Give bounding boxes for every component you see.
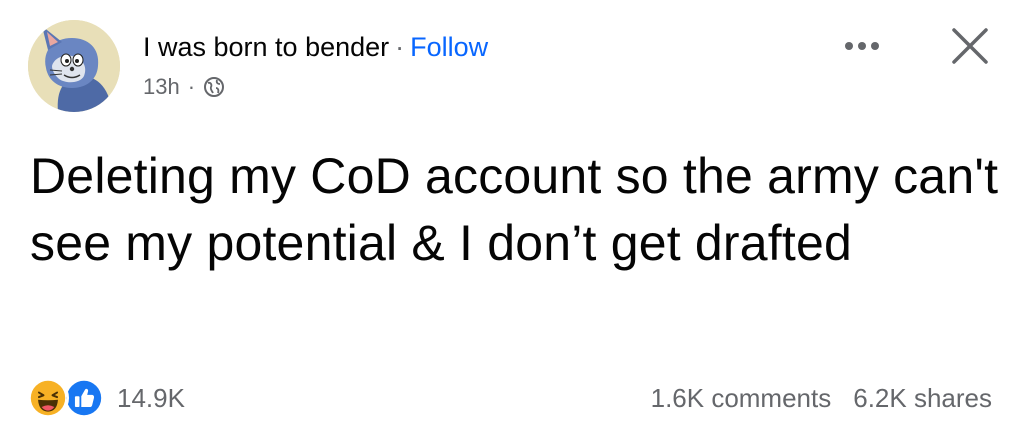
reaction-count: 14.9K: [117, 383, 185, 413]
haha-icon: [27, 377, 69, 419]
post-timestamp[interactable]: 13h: [143, 72, 180, 102]
like-icon: [63, 377, 105, 419]
shares-count-link[interactable]: 6.2K shares: [853, 377, 992, 419]
post-header: I was born to bender · Follow 13h ·: [143, 30, 488, 102]
author-avatar[interactable]: [28, 20, 120, 112]
cartoon-cat-avatar-icon: [28, 20, 120, 112]
close-button[interactable]: [942, 18, 998, 74]
meta-separator: ·: [187, 74, 196, 99]
comments-count-link[interactable]: 1.6K comments: [651, 377, 832, 419]
post-text: Deleting my CoD account so the army can'…: [30, 148, 999, 271]
author-separator: ·: [395, 32, 405, 62]
post-card: I was born to bender · Follow 13h · Dele…: [0, 0, 1024, 444]
post-meta: 13h ·: [143, 72, 488, 102]
more-horizontal-icon: [845, 42, 879, 50]
follow-button[interactable]: Follow: [410, 32, 488, 62]
reactions-summary[interactable]: 14.9K: [27, 377, 185, 419]
close-icon: [952, 28, 988, 64]
author-line: I was born to bender · Follow: [143, 30, 488, 64]
globe-icon: [203, 76, 225, 98]
author-name[interactable]: I was born to bender: [143, 32, 389, 62]
more-options-button[interactable]: [836, 28, 888, 64]
engagement-counts: 1.6K comments 6.2K shares: [651, 377, 992, 419]
reaction-icons: [27, 377, 107, 419]
